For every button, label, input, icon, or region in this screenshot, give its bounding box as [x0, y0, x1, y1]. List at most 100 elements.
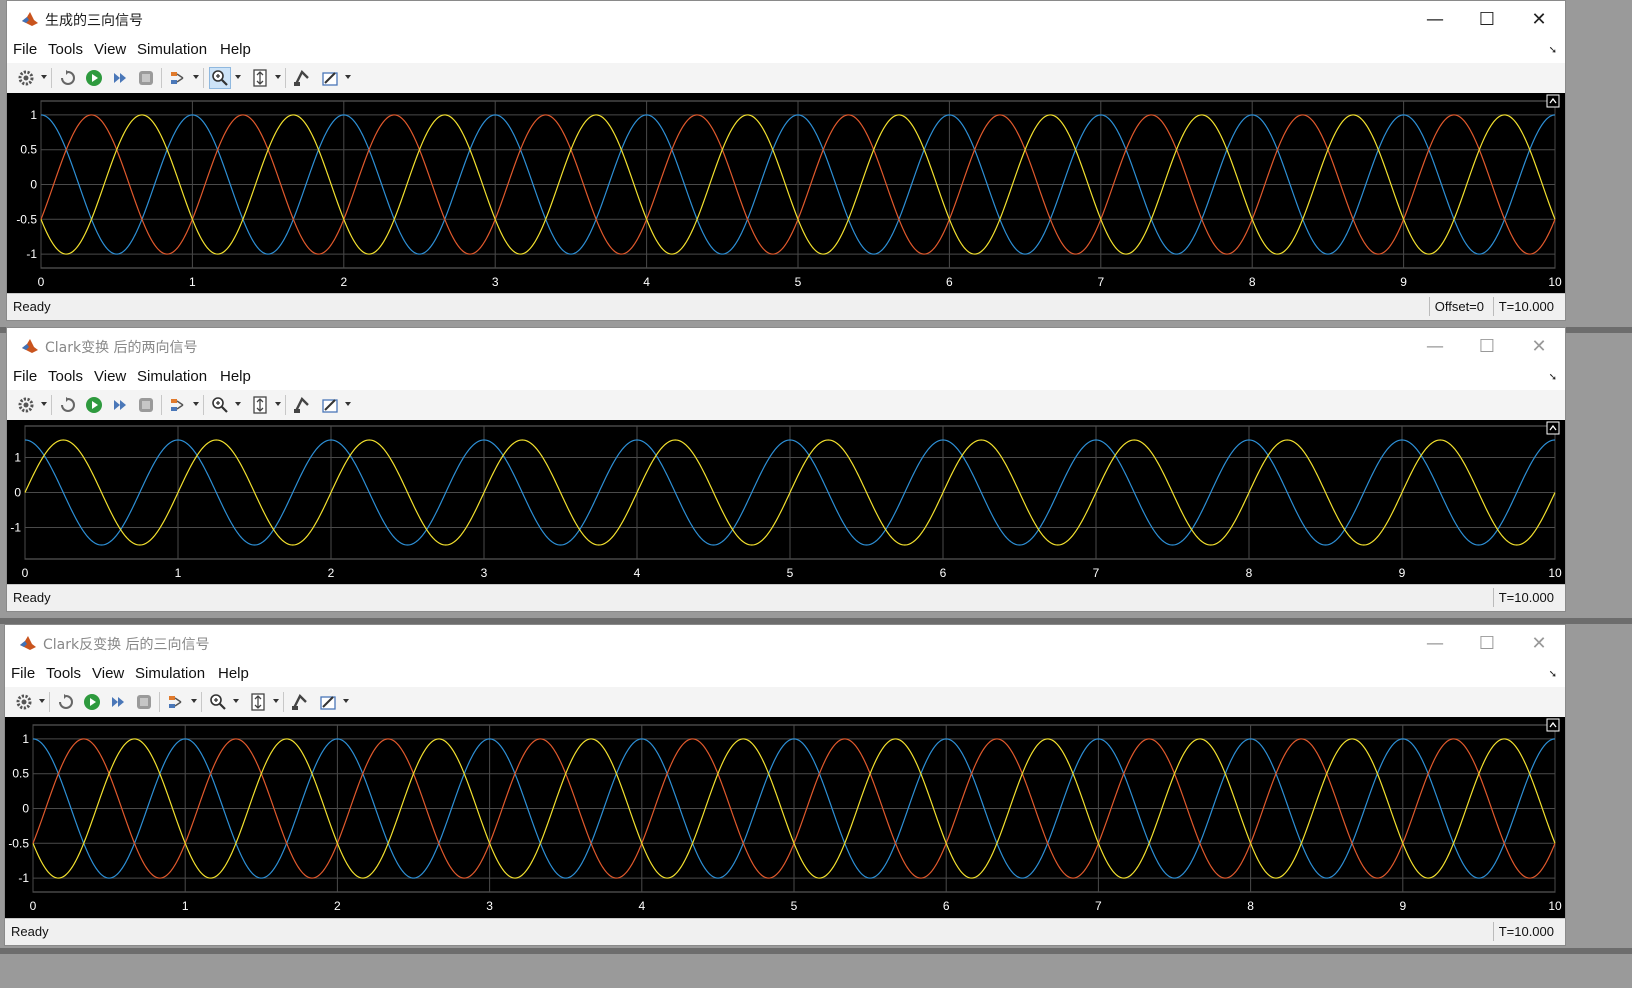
measure-icon[interactable]	[317, 691, 339, 713]
menu-help[interactable]: Help	[218, 665, 249, 682]
plot-area[interactable]: 0 1 2 3 4 5 6 7 8 9 10 1 0 -1	[7, 420, 1565, 585]
dropdown-arrow-icon[interactable]	[343, 699, 349, 703]
stop-icon[interactable]	[135, 394, 157, 416]
menu-help[interactable]: Help	[220, 368, 251, 385]
stop-icon[interactable]	[133, 691, 155, 713]
time-readout: T=10.000	[1492, 922, 1559, 941]
title-bar[interactable]: Clark反变换 后的三向信号 — ☐ ✕	[5, 625, 1565, 661]
restore-icon[interactable]	[57, 394, 79, 416]
dropdown-arrow-icon[interactable]	[39, 699, 45, 703]
toolbar-separator	[203, 395, 204, 415]
dropdown-arrow-icon[interactable]	[275, 75, 281, 79]
plot-area[interactable]: 0 1 2 3 4 5 6 7 8 9 10 1 0.5 0 -0.5 -1	[5, 717, 1565, 918]
scope-window: Clark反变换 后的三向信号 — ☐ ✕ File Tools View Simulatio…	[4, 624, 1566, 946]
dropdown-arrow-icon[interactable]	[235, 75, 241, 79]
x-tick-label: 5	[791, 899, 798, 913]
run-icon[interactable]	[81, 691, 103, 713]
menu-tools[interactable]: Tools	[48, 368, 83, 385]
menu-file[interactable]: File	[11, 665, 35, 682]
zoom-icon[interactable]	[209, 394, 231, 416]
undock-icon[interactable]	[1546, 718, 1560, 732]
restore-icon[interactable]	[57, 67, 79, 89]
stop-icon[interactable]	[135, 67, 157, 89]
undock-icon[interactable]	[1546, 94, 1560, 108]
settings-icon[interactable]	[13, 691, 35, 713]
menu-view[interactable]: View	[94, 368, 126, 385]
x-tick-label: 9	[1399, 566, 1406, 580]
minimize-button[interactable]: —	[1409, 328, 1461, 364]
menu-view[interactable]: View	[92, 665, 124, 682]
maximize-button[interactable]: ☐	[1461, 328, 1513, 364]
signal-select-icon[interactable]	[165, 691, 187, 713]
minimize-button[interactable]: —	[1409, 1, 1461, 37]
status-bar: Ready T=10.000	[7, 584, 1565, 611]
step-forward-icon[interactable]	[109, 67, 131, 89]
menu-view[interactable]: View	[94, 41, 126, 58]
plot-area[interactable]: 0 1 2 3 4 5 6 7 8 9 10 1 0.5 0 -0.5 -1	[7, 93, 1565, 294]
x-tick-label: 2	[340, 275, 347, 289]
dropdown-arrow-icon[interactable]	[233, 699, 239, 703]
maximize-button[interactable]: ☐	[1461, 1, 1513, 37]
autoscale-icon[interactable]	[249, 394, 271, 416]
matlab-logo-icon	[19, 635, 37, 651]
menu-file[interactable]: File	[13, 41, 37, 58]
dropdown-arrow-icon[interactable]	[193, 75, 199, 79]
maximize-button[interactable]: ☐	[1461, 625, 1513, 661]
zoom-icon[interactable]	[209, 67, 231, 89]
signal-select-icon[interactable]	[167, 394, 189, 416]
dropdown-arrow-icon[interactable]	[235, 402, 241, 406]
step-forward-icon[interactable]	[107, 691, 129, 713]
pin-icon[interactable]: ➘	[1549, 669, 1557, 680]
dropdown-arrow-icon[interactable]	[345, 75, 351, 79]
undock-icon[interactable]	[1546, 421, 1560, 435]
dropdown-arrow-icon[interactable]	[41, 402, 47, 406]
matlab-logo-icon	[21, 338, 39, 354]
step-forward-icon[interactable]	[109, 394, 131, 416]
close-button[interactable]: ✕	[1513, 328, 1565, 364]
close-button[interactable]: ✕	[1513, 1, 1565, 37]
dropdown-arrow-icon[interactable]	[275, 402, 281, 406]
x-tick-label: 3	[486, 899, 493, 913]
run-icon[interactable]	[83, 67, 105, 89]
menu-tools[interactable]: Tools	[46, 665, 81, 682]
settings-icon[interactable]	[15, 394, 37, 416]
settings-icon[interactable]	[15, 67, 37, 89]
offset-readout: Offset=0	[1428, 297, 1489, 316]
measure-icon[interactable]	[319, 67, 341, 89]
restore-icon[interactable]	[55, 691, 77, 713]
x-tick-label: 2	[328, 566, 335, 580]
menu-simulation[interactable]: Simulation	[137, 368, 207, 385]
menu-simulation[interactable]: Simulation	[135, 665, 205, 682]
menu-file[interactable]: File	[13, 368, 37, 385]
y-tick-label: -0.5	[16, 212, 37, 226]
highlight-block-icon[interactable]	[291, 394, 313, 416]
menu-tools[interactable]: Tools	[48, 41, 83, 58]
scope-plot[interactable]: 0 1 2 3 4 5 6 7 8 9 1010-1	[7, 420, 1565, 585]
highlight-block-icon[interactable]	[289, 691, 311, 713]
title-bar[interactable]: 生成的三向信号 — ☐ ✕	[7, 1, 1565, 37]
measure-icon[interactable]	[319, 394, 341, 416]
y-tick-label: 1	[14, 451, 21, 465]
scope-plot[interactable]: 0 1 2 3 4 5 6 7 8 9 10 1 0.5 0 -0.5 -1	[5, 717, 1565, 918]
dropdown-arrow-icon[interactable]	[273, 699, 279, 703]
zoom-icon[interactable]	[207, 691, 229, 713]
pin-icon[interactable]: ➘	[1549, 372, 1557, 383]
x-tick-label: 0	[22, 566, 29, 580]
dropdown-arrow-icon[interactable]	[41, 75, 47, 79]
pin-icon[interactable]: ➘	[1549, 45, 1557, 56]
dropdown-arrow-icon[interactable]	[193, 402, 199, 406]
dropdown-arrow-icon[interactable]	[191, 699, 197, 703]
dropdown-arrow-icon[interactable]	[345, 402, 351, 406]
autoscale-icon[interactable]	[247, 691, 269, 713]
menu-simulation[interactable]: Simulation	[137, 41, 207, 58]
minimize-button[interactable]: —	[1409, 625, 1461, 661]
title-bar[interactable]: Clark变换 后的两向信号 — ☐ ✕	[7, 328, 1565, 364]
run-icon[interactable]	[83, 394, 105, 416]
signal-select-icon[interactable]	[167, 67, 189, 89]
status-text: Ready	[11, 924, 49, 939]
close-button[interactable]: ✕	[1513, 625, 1565, 661]
autoscale-icon[interactable]	[249, 67, 271, 89]
scope-plot[interactable]: 0 1 2 3 4 5 6 7 8 9 10 1 0.5 0 -0.5 -1	[7, 93, 1565, 294]
highlight-block-icon[interactable]	[291, 67, 313, 89]
menu-help[interactable]: Help	[220, 41, 251, 58]
